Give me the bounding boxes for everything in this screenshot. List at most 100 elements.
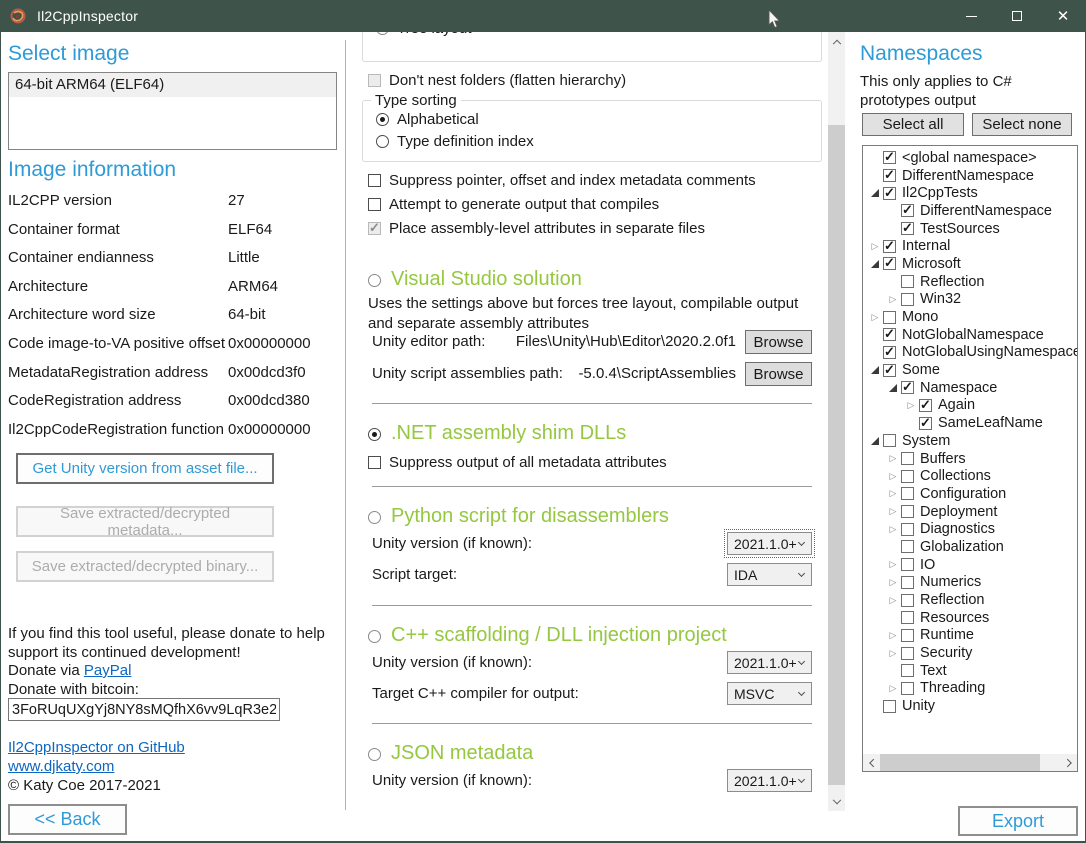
checkbox-icon[interactable]: [901, 470, 914, 483]
bitcoin-address-field[interactable]: [8, 698, 280, 721]
checkbox-icon[interactable]: [901, 682, 914, 695]
expand-icon[interactable]: ▷: [885, 560, 901, 569]
checkbox-icon[interactable]: [368, 174, 381, 187]
expand-icon[interactable]: ▷: [903, 401, 919, 410]
dotnet-shim-section-radio[interactable]: .NET assembly shim DLLs: [368, 422, 626, 445]
checkbox-icon[interactable]: [883, 364, 896, 377]
checkbox-icon[interactable]: [883, 311, 896, 324]
expand-icon[interactable]: ▷: [885, 684, 901, 693]
minimize-icon[interactable]: [948, 0, 994, 32]
cpp-unity-version-dropdown[interactable]: 2021.1.0+: [727, 651, 812, 674]
expand-icon[interactable]: ▷: [885, 489, 901, 498]
radio-icon[interactable]: [368, 748, 381, 761]
checkbox-icon[interactable]: [901, 487, 914, 500]
tree-item[interactable]: ▷Runtime: [863, 627, 1078, 645]
tree-item[interactable]: ▷Security: [863, 644, 1078, 662]
tree-layout-radio[interactable]: Tree layout: [376, 32, 471, 37]
maximize-icon[interactable]: [994, 0, 1040, 32]
tree-item[interactable]: Text: [863, 662, 1078, 680]
python-unity-version-dropdown[interactable]: 2021.1.0+: [727, 532, 812, 555]
select-all-button[interactable]: Select all: [862, 113, 964, 136]
radio-icon[interactable]: [368, 428, 381, 441]
scrollbar-thumb[interactable]: [828, 125, 845, 785]
tree-item[interactable]: Namespace: [863, 379, 1078, 397]
tree-item[interactable]: ▷Mono: [863, 308, 1078, 326]
checkbox-icon[interactable]: [368, 74, 381, 87]
expand-icon[interactable]: ▷: [885, 596, 901, 605]
expand-icon[interactable]: ▷: [885, 631, 901, 640]
checkbox-icon[interactable]: [883, 169, 896, 182]
checkbox-icon[interactable]: [883, 700, 896, 713]
collapse-icon[interactable]: [867, 366, 883, 374]
checkbox-icon[interactable]: [883, 151, 896, 164]
checkbox-icon[interactable]: [901, 664, 914, 677]
tree-item[interactable]: DifferentNamespace: [863, 202, 1078, 220]
select-none-button[interactable]: Select none: [972, 113, 1072, 136]
checkbox-icon[interactable]: [919, 399, 932, 412]
checkbox-icon[interactable]: [901, 594, 914, 607]
tree-item[interactable]: DifferentNamespace: [863, 167, 1078, 185]
checkbox-icon[interactable]: [883, 346, 896, 359]
website-link[interactable]: www.djkaty.com: [8, 758, 114, 775]
radio-icon[interactable]: [376, 32, 389, 35]
get-unity-version-button[interactable]: Get Unity version from asset file...: [16, 453, 274, 484]
checkbox-icon[interactable]: [883, 240, 896, 253]
tree-item[interactable]: Reflection: [863, 273, 1078, 291]
expand-icon[interactable]: ▷: [885, 578, 901, 587]
expand-icon[interactable]: ▷: [885, 507, 901, 516]
checkbox-icon[interactable]: [883, 328, 896, 341]
tree-item[interactable]: ▷Again: [863, 397, 1078, 415]
checkbox-icon[interactable]: [901, 540, 914, 553]
checkbox-icon[interactable]: [901, 647, 914, 660]
export-button[interactable]: Export: [958, 806, 1078, 836]
tree-item[interactable]: <global namespace>: [863, 149, 1078, 167]
script-assemblies-path-value[interactable]: -5.0.4\ScriptAssemblies: [486, 365, 736, 382]
save-binary-button[interactable]: Save extracted/decrypted binary...: [16, 551, 274, 582]
tree-item[interactable]: System: [863, 432, 1078, 450]
tree-item[interactable]: ▷Reflection: [863, 591, 1078, 609]
browse-editor-path-button[interactable]: Browse: [745, 330, 812, 354]
tree-item[interactable]: ▷Collections: [863, 467, 1078, 485]
scroll-left-icon[interactable]: [863, 754, 880, 771]
checkbox-icon[interactable]: [368, 222, 381, 235]
scroll-right-icon[interactable]: [1060, 754, 1077, 771]
options-scrollbar[interactable]: [828, 32, 845, 811]
checkbox-icon[interactable]: [883, 434, 896, 447]
checkbox-icon[interactable]: [901, 558, 914, 571]
tree-item[interactable]: ▷Threading: [863, 680, 1078, 698]
tree-item[interactable]: Microsoft: [863, 255, 1078, 273]
tree-item[interactable]: ▷IO: [863, 556, 1078, 574]
tree-item[interactable]: Unity: [863, 697, 1078, 715]
tree-item[interactable]: Il2CppTests: [863, 184, 1078, 202]
expand-icon[interactable]: ▷: [885, 525, 901, 534]
tree-item[interactable]: ▷Win32: [863, 291, 1078, 309]
option-checkbox[interactable]: Place assembly-level attributes in separ…: [368, 220, 756, 237]
scrollbar-thumb[interactable]: [880, 754, 1040, 771]
tree-item[interactable]: SameLeafName: [863, 414, 1078, 432]
flatten-hierarchy-checkbox[interactable]: Don't nest folders (flatten hierarchy): [368, 72, 626, 89]
collapse-icon[interactable]: [885, 384, 901, 392]
checkbox-icon[interactable]: [901, 452, 914, 465]
tree-item[interactable]: ▷Configuration: [863, 485, 1078, 503]
tree-horizontal-scrollbar[interactable]: [863, 754, 1077, 771]
tree-item[interactable]: ▷Buffers: [863, 450, 1078, 468]
title-bar[interactable]: Il2CppInspector ✕: [0, 0, 1086, 32]
checkbox-icon[interactable]: [901, 204, 914, 217]
collapse-icon[interactable]: [867, 260, 883, 268]
checkbox-icon[interactable]: [883, 257, 896, 270]
checkbox-icon[interactable]: [901, 576, 914, 589]
back-button[interactable]: << Back: [8, 804, 127, 835]
option-checkbox[interactable]: Attempt to generate output that compiles: [368, 196, 756, 213]
close-icon[interactable]: ✕: [1040, 0, 1086, 32]
tree-item[interactable]: Resources: [863, 609, 1078, 627]
image-list-item[interactable]: 64-bit ARM64 (ELF64): [9, 73, 336, 97]
radio-icon[interactable]: [368, 511, 381, 524]
paypal-link[interactable]: PayPal: [84, 662, 132, 679]
tree-item[interactable]: ▷Diagnostics: [863, 520, 1078, 538]
checkbox-icon[interactable]: [883, 187, 896, 200]
python-script-section-radio[interactable]: Python script for disassemblers: [368, 505, 669, 528]
tree-item[interactable]: ▷Deployment: [863, 503, 1078, 521]
type-sorting-option[interactable]: Type definition index: [376, 133, 534, 150]
checkbox-icon[interactable]: [901, 629, 914, 642]
scroll-down-icon[interactable]: [828, 794, 845, 811]
